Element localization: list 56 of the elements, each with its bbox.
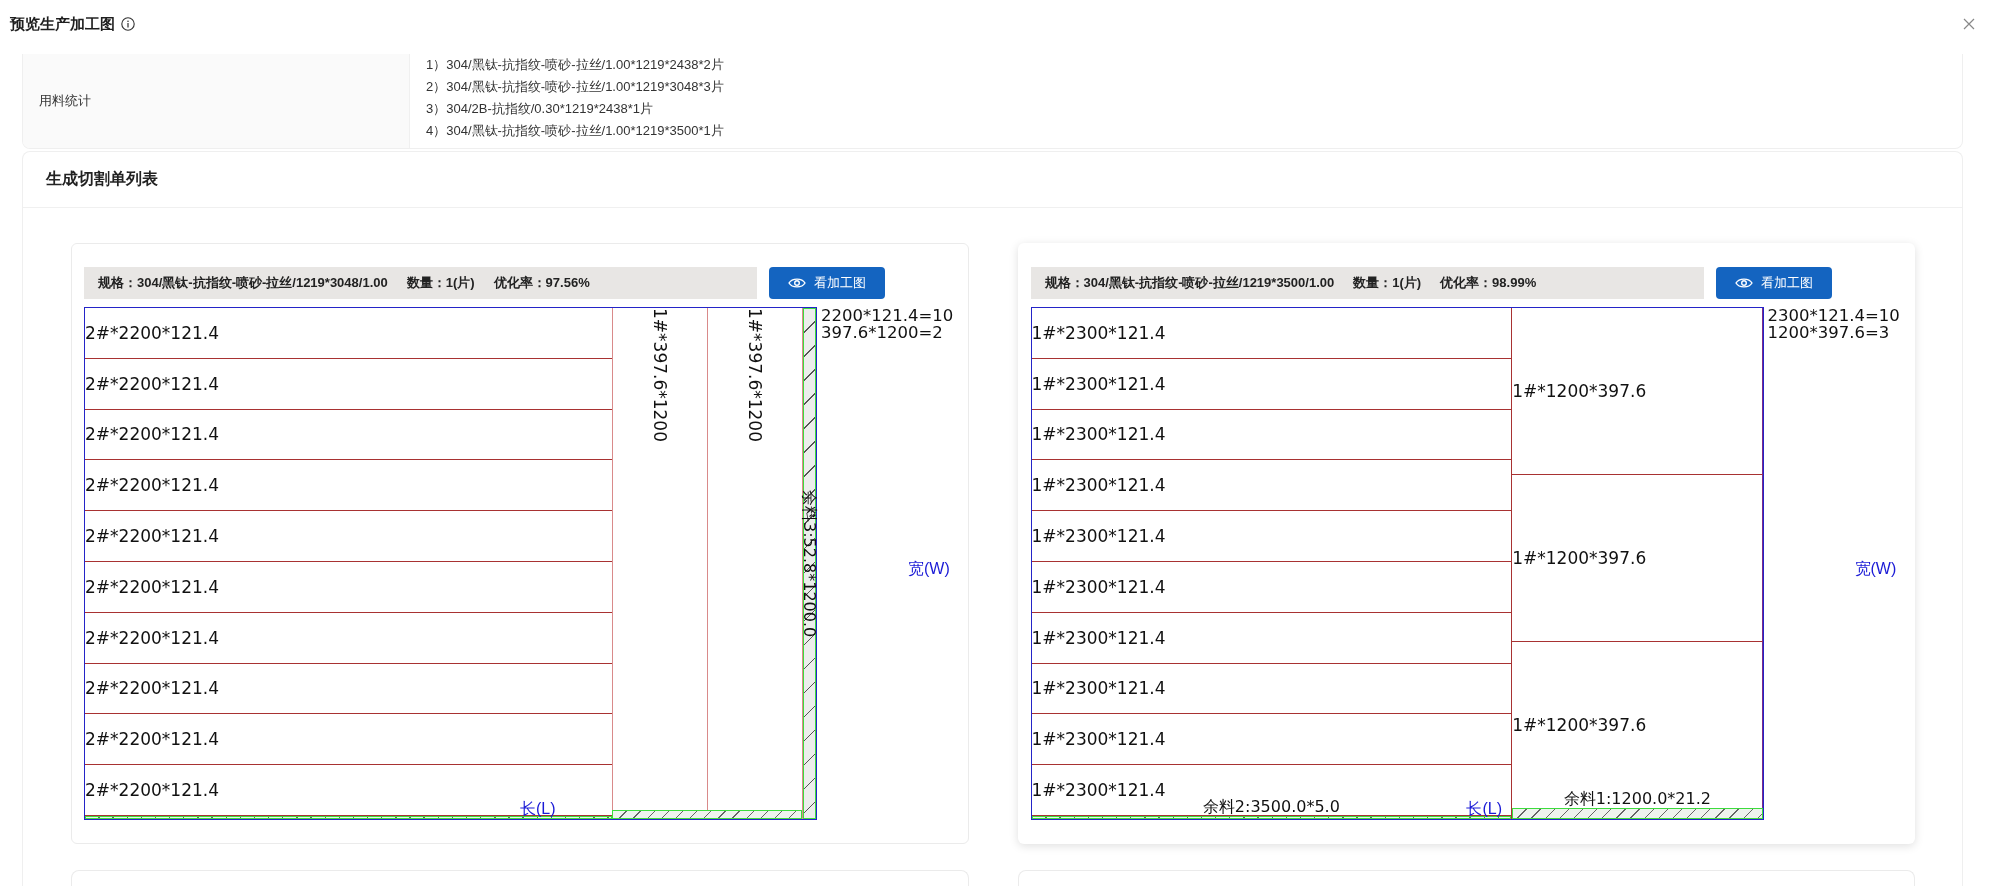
- legend-text: 1200*397.6=3: [1767, 324, 1890, 341]
- piece-label: 2#*2200*121.4: [85, 678, 219, 699]
- piece-label: 1#*2300*121.4: [1031, 576, 1166, 597]
- piece-label: 1#*397.6*1200: [650, 308, 670, 442]
- piece-label: 1#*2300*121.4: [1031, 526, 1166, 547]
- width-axis-label: 宽(W): [908, 559, 950, 579]
- spec-text: 规格：304/黑钛-抗指纹-喷砂-拉丝/1219*3500/1.00: [1044, 274, 1335, 292]
- close-button[interactable]: [1963, 18, 1975, 30]
- piece-label: 2#*2200*121.4: [85, 576, 219, 597]
- info-icon: [121, 17, 135, 31]
- width-axis-label: 宽(W): [1854, 559, 1897, 579]
- piece-label: 2#*2200*121.4: [85, 373, 219, 394]
- rate-text: 优化率：98.99%: [1440, 274, 1537, 292]
- piece-label: 1#*397.6*1200: [745, 308, 766, 442]
- length-axis-label: 长(L): [519, 800, 556, 818]
- piece-label: 2#*2200*121.4: [85, 475, 219, 496]
- quantity-text: 数量：1(片): [1353, 274, 1422, 292]
- piece-label: 1#*2300*121.4: [1031, 780, 1166, 801]
- legend-text: 2300*121.4=10: [1767, 307, 1900, 324]
- view-drawing-button[interactable]: 看加工图: [1715, 267, 1832, 299]
- piece-label: 1#*2300*121.4: [1031, 729, 1166, 750]
- piece-label: 1#*1200*397.6: [1512, 715, 1647, 735]
- material-line: 2）304/黑钛-抗指纹-喷砂-拉丝/1.00*1219*3048*3片: [426, 78, 724, 96]
- rate-text: 优化率：97.56%: [493, 274, 590, 292]
- legend-text: 397.6*1200=2: [821, 324, 943, 341]
- offcut-label: 余料3:52.8*1200.0: [801, 489, 819, 638]
- view-drawing-button[interactable]: 看加工图: [769, 267, 885, 299]
- material-line: 1）304/黑钛-抗指纹-喷砂-拉丝/1.00*1219*2438*2片: [426, 56, 724, 74]
- quantity-text: 数量：1(片): [406, 274, 475, 292]
- offcut-label: 余料2:3500.0*5.0: [1202, 798, 1340, 815]
- section-title: 生成切割单列表: [46, 169, 158, 189]
- length-axis-label: 长(L): [1466, 800, 1502, 818]
- piece-label: 1#*2300*121.4: [1031, 424, 1166, 445]
- piece-label: 2#*2200*121.4: [85, 526, 219, 547]
- piece-label: 2#*2200*121.4: [85, 424, 219, 445]
- legend-text: 2200*121.4=10: [821, 307, 954, 324]
- offcut-label: 余料1:1200.0*21.2: [1563, 790, 1711, 807]
- eye-icon: [788, 277, 806, 289]
- spec-text: 规格：304/黑钛-抗指纹-喷砂-拉丝/1219*3048/1.00: [98, 274, 388, 292]
- piece-label: 1#*1200*397.6: [1512, 548, 1647, 568]
- window-title: 预览生产加工图: [10, 14, 115, 34]
- piece-label: 1#*2300*121.4: [1031, 678, 1166, 699]
- piece-label: 1#*2300*121.4: [1031, 475, 1166, 496]
- piece-label: 1#*2300*121.4: [1031, 373, 1166, 394]
- piece-label: 1#*2300*121.4: [1031, 322, 1166, 343]
- material-line: 3）304/2B-抗指纹/0.30*1219*2438*1片: [426, 100, 654, 118]
- material-line: 4）304/黑钛-抗指纹-喷砂-拉丝/1.00*1219*3500*1片: [426, 122, 724, 140]
- stats-label: 用料统计: [39, 92, 91, 110]
- piece-label: 1#*2300*121.4: [1031, 627, 1166, 648]
- piece-label: 1#*1200*397.6: [1512, 381, 1647, 401]
- piece-label: 2#*2200*121.4: [85, 627, 219, 648]
- piece-label: 2#*2200*121.4: [85, 780, 219, 801]
- eye-icon: [1734, 277, 1753, 289]
- piece-label: 2#*2200*121.4: [85, 322, 219, 343]
- piece-label: 2#*2200*121.4: [85, 729, 219, 750]
- close-icon: [1963, 18, 1975, 30]
